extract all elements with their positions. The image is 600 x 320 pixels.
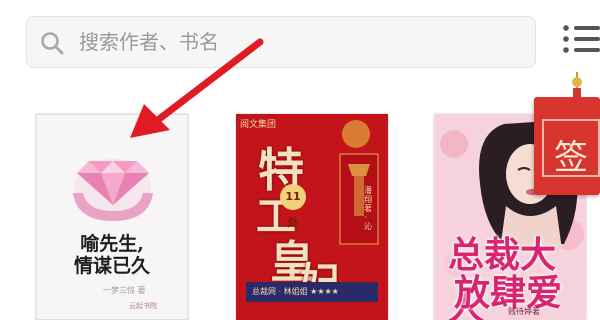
search-icon xyxy=(41,32,64,55)
book-title-line: 情谋已久 xyxy=(73,255,150,277)
book-author: 一梦三惊 著 xyxy=(103,286,146,295)
search-bar[interactable] xyxy=(26,16,536,68)
cover-banner: 总裁网 · 林姐姐 ★★★★ xyxy=(246,282,378,302)
book-title-line: 喻先生, xyxy=(80,233,144,255)
sign-in-tag[interactable]: 签 xyxy=(534,97,600,195)
book-author: 贱待婷著 xyxy=(508,307,540,316)
publisher-logo: 云起书院 xyxy=(129,302,157,310)
side-text: 潘翔著·沁 xyxy=(364,186,372,231)
book-title: 喻先生, 情谋已久 xyxy=(37,233,187,277)
red-arrow-icon xyxy=(130,38,264,138)
list-menu-icon[interactable] xyxy=(560,22,600,56)
volume-mark: 11处 xyxy=(280,184,306,229)
sign-in-label: 签 xyxy=(554,138,588,178)
